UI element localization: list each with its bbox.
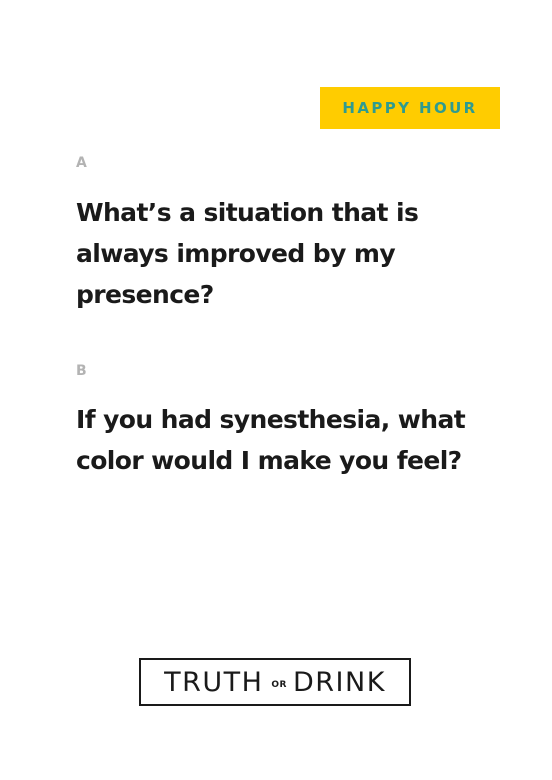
logo-word-drink: DRINK: [292, 666, 386, 698]
logo-word-or: OR: [271, 680, 287, 690]
logo-word-truth: TRUTH: [164, 666, 264, 698]
happy-hour-label: HAPPY HOUR: [342, 99, 478, 117]
question-a-letter: A: [76, 155, 87, 171]
truth-or-drink-logo: TRUTH OR DRINK: [139, 658, 411, 706]
question-a-text: What’s a situation that is always improv…: [76, 198, 419, 309]
question-b-letter: B: [76, 363, 87, 379]
question-b-text: If you had synesthesia, what color would…: [76, 405, 466, 475]
happy-hour-badge: HAPPY HOUR: [320, 87, 500, 129]
